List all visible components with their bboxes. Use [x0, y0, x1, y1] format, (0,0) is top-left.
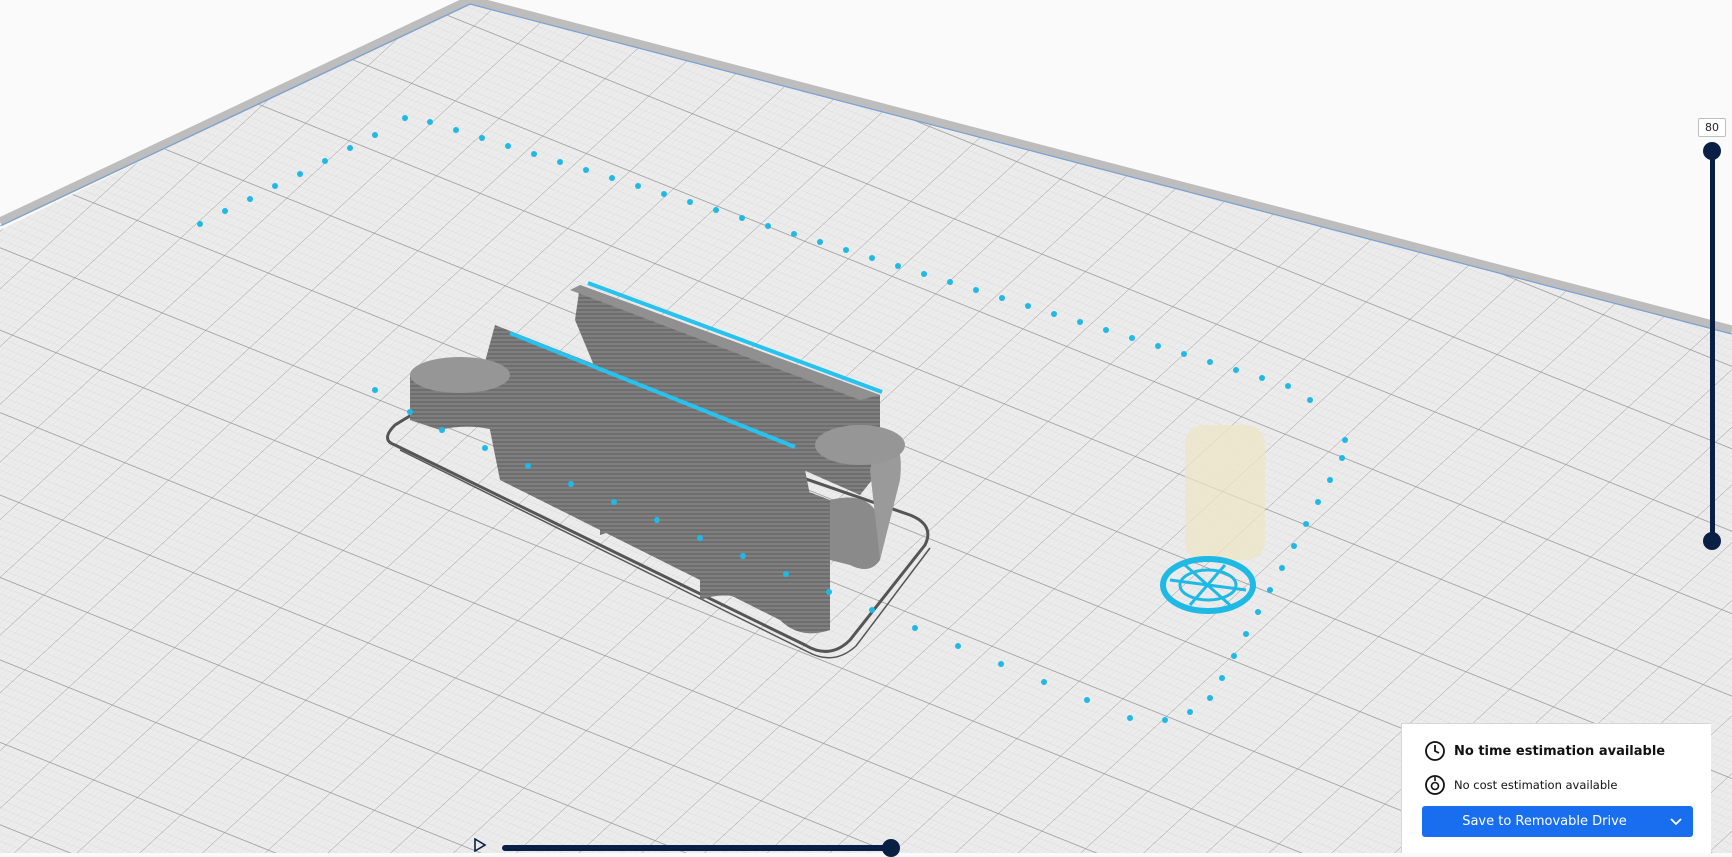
path-slider-handle[interactable]	[882, 839, 900, 857]
cost-estimation-row: No cost estimation available	[1424, 774, 1617, 796]
save-button-label: Save to Removable Drive	[1462, 814, 1627, 829]
print-info-panel: No time estimation available No cost est…	[1401, 723, 1711, 853]
clock-icon	[1425, 741, 1445, 761]
save-to-removable-drive-button[interactable]: Save to Removable Drive	[1422, 806, 1693, 837]
layer-slider-bottom-handle[interactable]	[1703, 532, 1721, 550]
cost-icon	[1425, 775, 1445, 795]
layer-slider-top-handle[interactable]	[1703, 142, 1721, 160]
time-estimation-row: No time estimation available	[1424, 740, 1665, 762]
path-slider-track[interactable]	[502, 845, 892, 851]
cost-estimation-text: No cost estimation available	[1454, 778, 1618, 792]
layer-slider-track[interactable]	[1710, 150, 1715, 540]
play-icon[interactable]	[473, 838, 487, 852]
save-options-dropdown[interactable]	[1659, 806, 1693, 837]
chevron-down-icon	[1670, 817, 1682, 825]
layer-slider[interactable]	[1700, 115, 1732, 555]
layer-value-field[interactable]: 80	[1698, 118, 1726, 137]
time-estimation-text: No time estimation available	[1454, 743, 1666, 759]
